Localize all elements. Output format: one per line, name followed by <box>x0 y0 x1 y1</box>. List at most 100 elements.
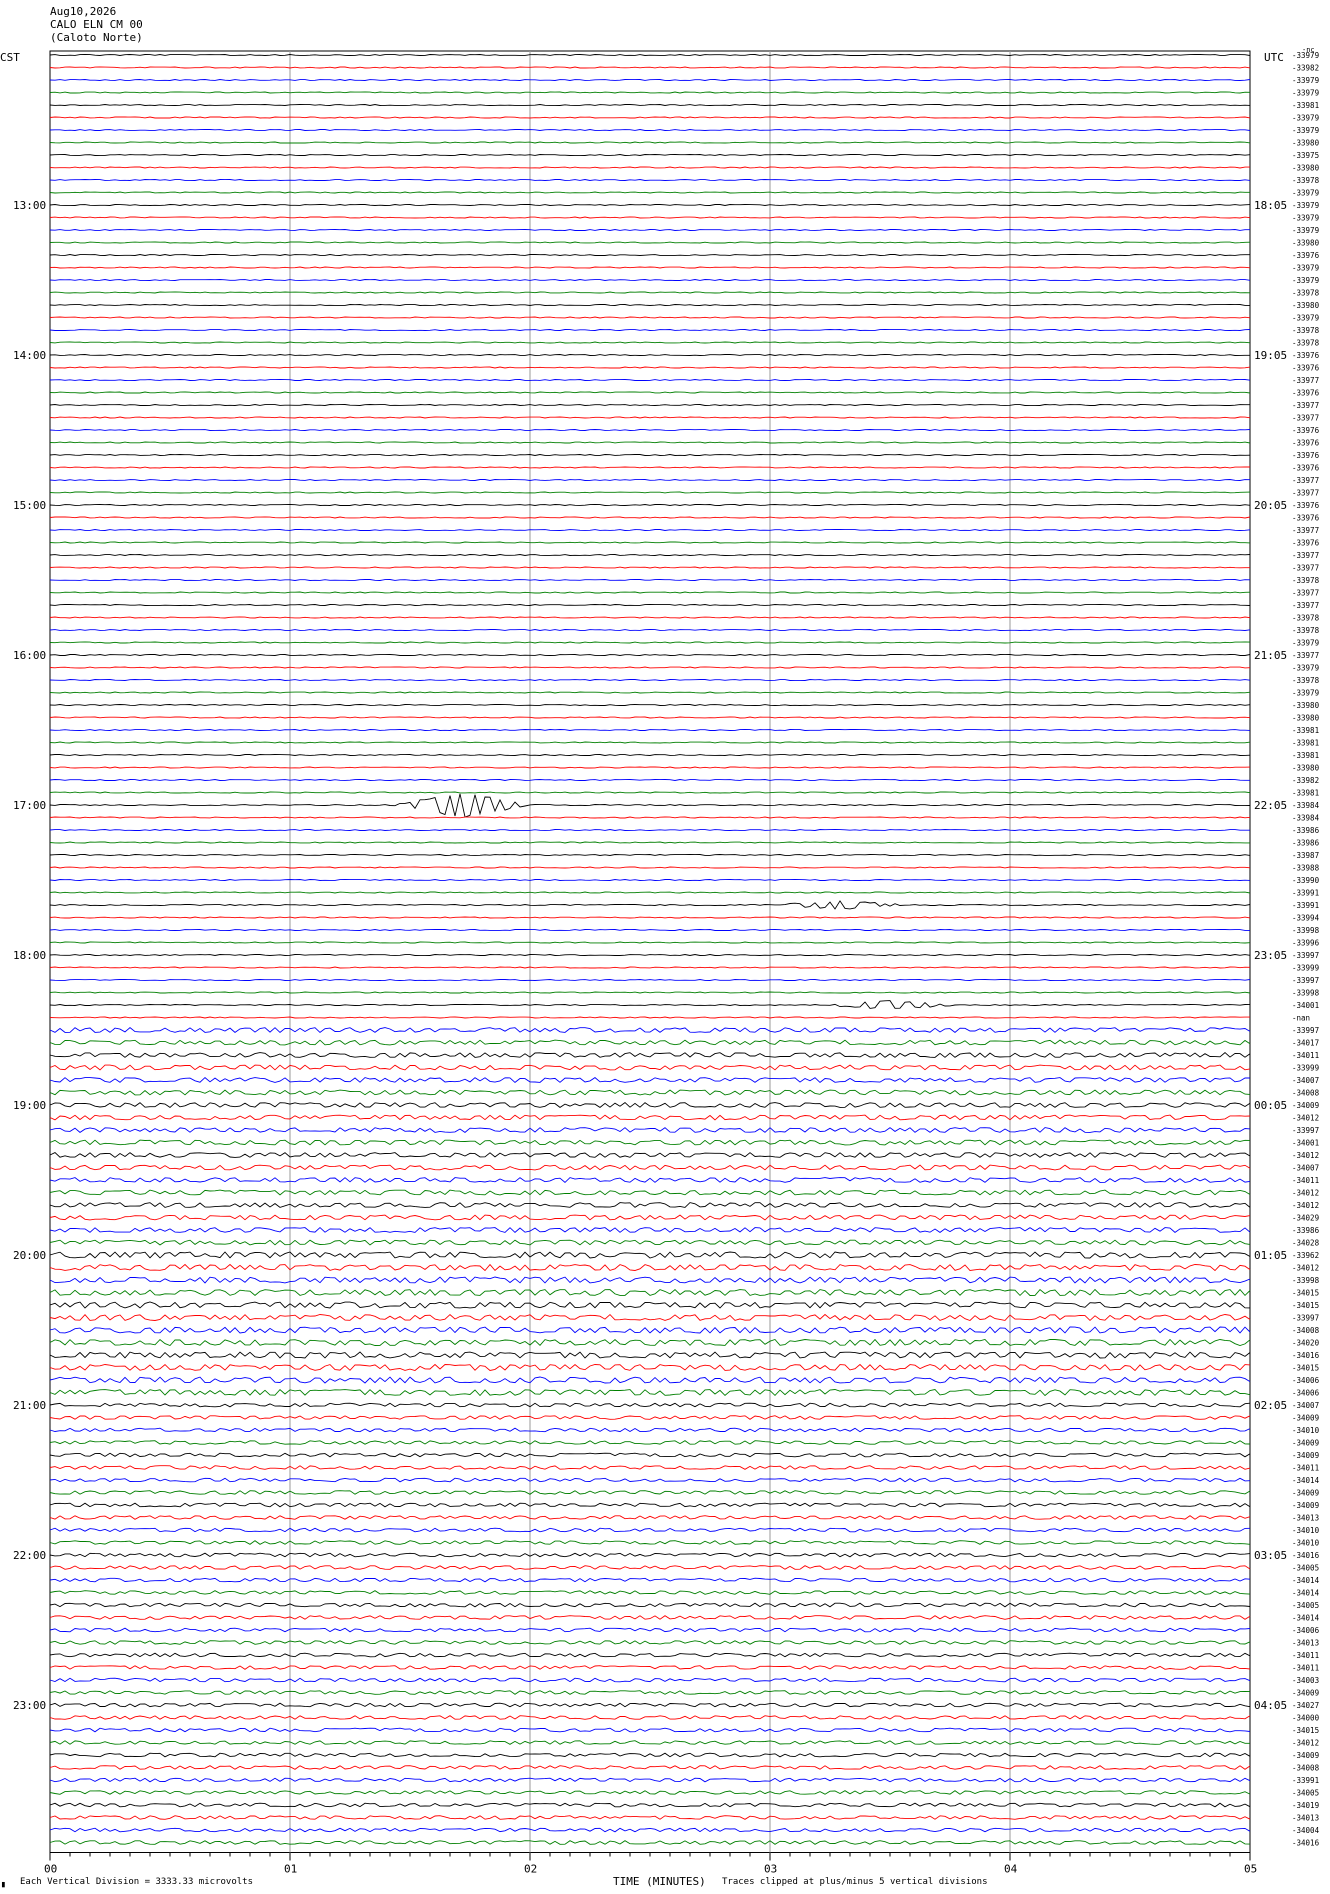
right-hour-label: 04:05 <box>1254 1699 1287 1712</box>
row-value-label: -33998 <box>1292 926 1320 935</box>
trace-row-134 <box>49 1727 1251 1733</box>
trace-row-76 <box>49 1000 1251 1009</box>
trace-row-105 <box>49 1363 1251 1372</box>
trace-row-26 <box>49 379 1251 381</box>
trace-row-80 <box>49 1052 1251 1058</box>
row-value-label: -34027 <box>1292 1701 1319 1710</box>
row-value-label: -33962 <box>1292 1251 1319 1260</box>
trace-row-84 <box>49 1102 1251 1108</box>
trace-row-89 <box>49 1164 1251 1171</box>
trace-row-30 <box>49 429 1251 431</box>
trace-row-1 <box>49 66 1251 69</box>
trace-row-72 <box>49 954 1251 956</box>
trace-row-101 <box>49 1313 1251 1322</box>
trace-row-97 <box>49 1263 1251 1272</box>
trace-row-71 <box>49 941 1251 944</box>
trace-row-5 <box>49 116 1251 119</box>
row-value-label: -33979 <box>1292 126 1319 135</box>
row-value-label: -33976 <box>1292 426 1320 435</box>
row-value-label: -33976 <box>1292 251 1320 260</box>
row-value-label: -33980 <box>1292 164 1320 173</box>
trace-row-130 <box>49 1677 1251 1683</box>
trace-row-45 <box>49 616 1251 619</box>
trace-row-119 <box>49 1540 1251 1545</box>
trace-row-129 <box>49 1665 1251 1670</box>
trace-row-50 <box>49 679 1251 681</box>
row-value-label: -34028 <box>1292 1239 1320 1248</box>
x-tick-label: 03 <box>764 1863 777 1876</box>
row-value-label: -33990 <box>1292 876 1320 885</box>
x-tick-label: 00 <box>44 1863 57 1876</box>
row-value-label: -34005 <box>1292 1789 1319 1798</box>
row-value-label: -34009 <box>1292 1501 1319 1510</box>
trace-row-29 <box>49 416 1251 419</box>
trace-row-114 <box>49 1477 1251 1483</box>
row-value-label: -34006 <box>1292 1626 1320 1635</box>
row-value-label: -34012 <box>1292 1151 1319 1160</box>
row-value-label: -33977 <box>1292 551 1319 560</box>
row-value-label: -33980 <box>1292 714 1320 723</box>
plot-frame <box>49 50 1251 1853</box>
row-value-label: -34011 <box>1292 1464 1319 1473</box>
row-value-label: -33986 <box>1292 826 1320 835</box>
row-value-label: -34003 <box>1292 1676 1319 1685</box>
row-value-label: -34015 <box>1292 1289 1319 1298</box>
trace-row-136 <box>49 1752 1251 1758</box>
row-value-label: -33979 <box>1292 114 1319 123</box>
trace-row-87 <box>49 1139 1251 1146</box>
trace-row-21 <box>49 316 1251 319</box>
x-tick-label: 01 <box>284 1863 297 1876</box>
trace-row-11 <box>49 191 1250 194</box>
trace-row-135 <box>49 1740 1250 1745</box>
trace-row-91 <box>49 1189 1251 1196</box>
row-value-label: -34009 <box>1292 1751 1319 1760</box>
trace-row-128 <box>49 1652 1251 1658</box>
row-value-label: -33976 <box>1292 539 1320 548</box>
row-value-label: -33978 <box>1292 339 1320 348</box>
row-value-label: -33978 <box>1292 289 1320 298</box>
row-value-label: -33977 <box>1292 564 1319 573</box>
trace-row-137 <box>49 1765 1251 1770</box>
row-value-label: -33998 <box>1292 989 1320 998</box>
trace-row-66 <box>49 879 1251 881</box>
trace-row-16 <box>49 254 1250 256</box>
trace-row-31 <box>49 441 1251 444</box>
left-hour-label: 19:00 <box>13 1099 46 1112</box>
left-hour-label: 16:00 <box>13 649 46 662</box>
row-value-label: -33975 <box>1292 151 1319 160</box>
trace-row-92 <box>49 1202 1251 1208</box>
row-value-label: -34010 <box>1292 1426 1320 1435</box>
row-value-label: -34009 <box>1292 1439 1319 1448</box>
row-value-label: -34012 <box>1292 1201 1319 1210</box>
row-value-label: -33977 <box>1292 476 1319 485</box>
row-value-label: -33977 <box>1292 589 1319 598</box>
trace-row-15 <box>49 241 1251 244</box>
row-value-label: -33988 <box>1292 864 1320 873</box>
row-value-label: -33999 <box>1292 964 1319 973</box>
trace-row-43 <box>49 591 1251 594</box>
trace-row-83 <box>49 1089 1251 1096</box>
row-value-label: -34006 <box>1292 1376 1320 1385</box>
trace-row-116 <box>49 1502 1251 1508</box>
row-value-label: -34005 <box>1292 1564 1319 1573</box>
x-tick-label: 02 <box>524 1863 537 1876</box>
trace-row-37 <box>49 516 1251 519</box>
trace-row-67 <box>49 891 1251 894</box>
trace-row-42 <box>49 579 1251 581</box>
trace-row-65 <box>49 866 1251 869</box>
trace-row-52 <box>49 704 1251 706</box>
row-value-label: -34008 <box>1292 1764 1320 1773</box>
trace-row-125 <box>49 1615 1251 1620</box>
row-value-label: -33978 <box>1292 676 1320 685</box>
right-hour-label: 18:05 <box>1254 199 1287 212</box>
row-value-label: -33979 <box>1292 639 1319 648</box>
row-value-label: -33997 <box>1292 1314 1319 1323</box>
trace-row-109 <box>49 1415 1251 1420</box>
trace-row-8 <box>49 154 1251 156</box>
row-value-label: -34012 <box>1292 1189 1319 1198</box>
trace-row-77 <box>49 1016 1250 1019</box>
x-tick-label: 04 <box>1004 1863 1018 1876</box>
trace-row-117 <box>49 1515 1251 1520</box>
x-axis-title: TIME (MINUTES) <box>613 1875 706 1888</box>
row-value-label: -33980 <box>1292 239 1320 248</box>
